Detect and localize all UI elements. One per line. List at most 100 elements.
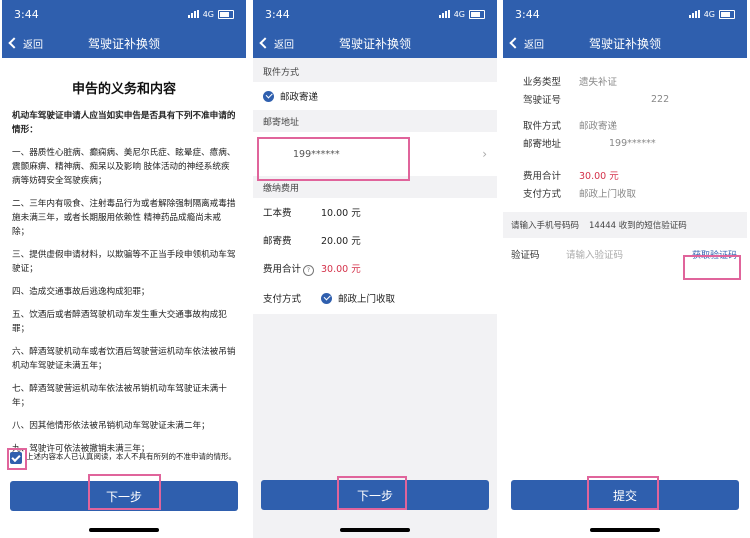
status-time: 3:44 [515, 7, 540, 21]
page-title: 驾驶证补换领 [87, 36, 160, 51]
declaration-item: 七、醉酒驾驶营运机动车依法被吊销机动车驾驶证未满十年； [12, 384, 227, 408]
fee-value: 20.00 元 [321, 236, 361, 247]
chevron-left-icon [259, 37, 271, 49]
highlight-next-button [337, 476, 407, 510]
chevron-left-icon [8, 37, 20, 49]
sms-prompt: 请输入手机号码码 [511, 221, 580, 231]
declaration-item: 二、三年内有吸食、注射毒品行为或者解除强制隔离戒毒措施未满三年，或者长期服用依赖… [12, 199, 236, 237]
pickup-option-row[interactable]: 邮政寄递 [253, 82, 497, 110]
highlight-next-button [88, 474, 161, 510]
declaration-lead: 机动车驾驶证申请人应当如实申告是否具有下列不准申请的情形： [12, 111, 236, 135]
nav-bar: 返回 驾驶证补换领 [253, 28, 497, 58]
pickup-row: 取件方式 邮政寄递 [523, 116, 727, 134]
declaration-item: 五、饮酒后或者醉酒驾驶机动车发生重大交通事故构成犯罪； [12, 310, 227, 334]
fee-row: 邮寄费 20.00 元 [253, 226, 497, 254]
screen-delivery-fee: 3:44 4G 返回 驾驶证补换领 取件方式 邮政寄递 邮寄地址 199****… [253, 0, 497, 538]
declaration-content: 机动车驾驶证申请人应当如实申告是否具有下列不准申请的情形： 一、器质性心脏病、癫… [2, 109, 246, 456]
code-label: 验证码 [511, 250, 540, 261]
address-value: 199****** [609, 137, 656, 149]
network-label: 4G [453, 9, 465, 19]
battery-icon [469, 9, 485, 19]
payment-row: 支付方式 邮政上门收取 [523, 184, 727, 202]
network-label: 4G [202, 9, 214, 19]
battery-icon [218, 9, 234, 19]
screen-declaration: 3:44 4G 返回 驾驶证补换领 申告的义务和内容 机动车驾驶证申请人应当如实… [2, 0, 246, 538]
home-indicator [590, 528, 660, 532]
license-value: 222 [651, 93, 670, 105]
pickup-value: 邮政寄递 [579, 121, 618, 132]
nav-bar: 返回 驾驶证补换领 [2, 28, 246, 58]
fee-label: 邮寄费 [263, 236, 292, 247]
biz-type-value: 遗失补证 [579, 77, 618, 88]
back-button[interactable]: 返回 [259, 28, 294, 58]
fee-value: 10.00 元 [321, 208, 361, 219]
summary-info: 业务类型 遗失补证 驾驶证号 222 取件方式 邮政寄递 邮寄地址 199****** … [503, 72, 747, 202]
payment-value: 邮政上门收取 [338, 294, 396, 305]
payment-label: 支付方式 [263, 294, 302, 305]
pickup-option-label: 邮政寄递 [280, 92, 319, 103]
signal-icon [187, 10, 199, 18]
payment-label: 支付方式 [523, 189, 562, 200]
total-label: 费用合计 [523, 171, 562, 182]
declaration-item: 八、因其他情形依法被吊销机动车驾驶证未满二年； [12, 421, 210, 431]
chevron-right-icon: › [482, 147, 487, 161]
biz-type-label: 业务类型 [523, 77, 562, 88]
code-input[interactable]: 请输入验证码 [566, 247, 623, 261]
total-value: 30.00 元 [321, 264, 361, 275]
total-row: 费用合计 30.00 元 [523, 166, 727, 184]
declaration-item: 三、提供虚假申请材料，以欺骗等不正当手段申领机动车驾驶证； [12, 250, 236, 274]
back-button[interactable]: 返回 [8, 28, 43, 58]
status-bar: 3:44 4G [2, 0, 246, 28]
network-label: 4G [703, 9, 715, 19]
sms-prompt-row: 请输入手机号码码 14444 收到的短信验证码 [503, 212, 747, 238]
highlight-address [257, 137, 410, 181]
biz-type-row: 业务类型 遗失补证 [523, 72, 727, 90]
declaration-item: 六、醉酒驾驶机动车或者饮酒后驾驶营运机动车依法被吊销机动车驾驶证未满五年； [12, 347, 236, 371]
highlight-checkbox-box [7, 448, 27, 470]
total-row: 费用合计? 30.00 元 [253, 254, 497, 282]
highlight-submit-button [587, 476, 659, 510]
total-label: 费用合计 [263, 263, 302, 275]
home-indicator [89, 528, 159, 532]
highlight-get-code [683, 255, 741, 280]
address-label: 邮寄地址 [523, 139, 562, 150]
status-time: 3:44 [14, 7, 39, 21]
license-row: 驾驶证号 222 [523, 90, 727, 108]
page-title: 驾驶证补换领 [588, 36, 661, 51]
status-bar: 3:44 4G [253, 0, 497, 28]
home-indicator [340, 528, 410, 532]
status-time: 3:44 [265, 7, 290, 21]
back-label: 返回 [23, 39, 43, 51]
total-value: 30.00 元 [579, 171, 619, 182]
battery-icon [719, 9, 735, 19]
declaration-item: 一、器质性心脏病、癫痫病、美尼尔氏症、眩晕症、癔病、震颤麻痹、精神病、痴呆以及影… [12, 148, 236, 186]
signal-icon [688, 10, 700, 18]
nav-bar: 返回 驾驶证补换领 [503, 28, 747, 58]
screen-confirm-submit: 3:44 4G 返回 驾驶证补换领 业务类型 遗失补证 驾驶证号 222 取件方式邮… [503, 0, 747, 538]
selected-radio-icon[interactable] [321, 292, 332, 304]
address-section-header: 邮寄地址 [263, 117, 300, 128]
back-label: 返回 [274, 39, 294, 51]
agree-text: 上述内容本人已认真阅读，本人不具有所列的不准申请的情形。 [26, 452, 236, 461]
declaration-item: 四、造成交通事故后逃逸构成犯罪； [12, 287, 150, 297]
signal-icon [438, 10, 450, 18]
sms-prompt-suffix: 14444 收到的短信验证码 [589, 221, 687, 231]
payment-value: 邮政上门收取 [579, 189, 637, 200]
fee-label: 工本费 [263, 208, 292, 219]
chevron-left-icon [509, 37, 521, 49]
agree-row[interactable]: 上述内容本人已认真阅读，本人不具有所列的不准申请的情形。 [10, 452, 236, 464]
total-label-wrap: 费用合计? [263, 261, 321, 276]
pickup-section-header: 取件方式 [263, 67, 300, 78]
fee-row: 工本费 10.00 元 [253, 198, 497, 226]
payment-row[interactable]: 支付方式 邮政上门收取 [253, 282, 497, 314]
back-label: 返回 [524, 39, 544, 51]
selected-radio-icon[interactable] [263, 90, 274, 102]
page-title: 驾驶证补换领 [338, 36, 411, 51]
help-icon[interactable]: ? [303, 264, 315, 276]
address-row: 邮寄地址 199****** [523, 134, 727, 152]
back-button[interactable]: 返回 [509, 28, 544, 58]
status-bar: 3:44 4G [503, 0, 747, 28]
pickup-label: 取件方式 [523, 121, 562, 132]
license-label: 驾驶证号 [523, 95, 562, 106]
declaration-heading: 申告的义务和内容 [71, 82, 176, 97]
